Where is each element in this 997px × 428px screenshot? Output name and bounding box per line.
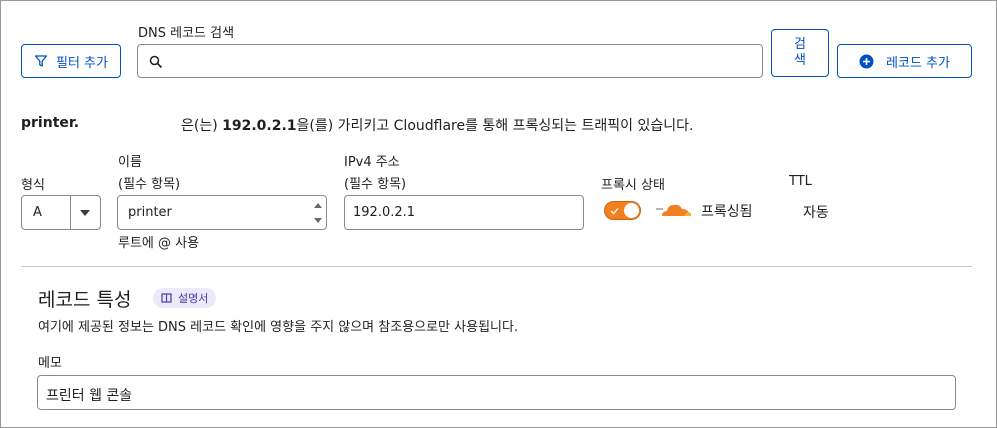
memo-input[interactable]: 프린터 웹 콘솔 (37, 375, 956, 410)
filter-icon (34, 55, 48, 67)
ttl-label: TTL (789, 174, 812, 189)
type-select[interactable]: A (21, 195, 101, 230)
type-label: 형식 (21, 178, 45, 193)
add-filter-button[interactable]: 필터 추가 (21, 44, 121, 78)
proxy-toggle-knob (624, 203, 639, 218)
ipv4-value: 192.0.2.1 (353, 205, 416, 220)
section-divider (21, 266, 972, 267)
proxy-toggle[interactable] (604, 201, 641, 220)
add-record-label: 레코드 추가 (886, 55, 950, 71)
search-label: DNS 레코드 검색 (138, 26, 235, 41)
summary-prefix: 은(는) (181, 118, 223, 134)
summary-ip: 192.0.2.1 (222, 118, 297, 134)
record-attributes-description: 여기에 제공된 정보는 DNS 레코드 확인에 영향을 주지 않으며 참조용으로… (38, 320, 519, 335)
name-label-required: (필수 항목) (118, 177, 181, 192)
name-value: printer (128, 205, 172, 220)
ipv4-input[interactable]: 192.0.2.1 (344, 195, 584, 230)
proxy-label: 프록시 상태 (601, 178, 665, 193)
docs-badge-label: 설명서 (178, 292, 209, 305)
name-hint: 루트에 @ 사용 (118, 236, 200, 251)
ipv4-label-required: (필수 항목) (344, 177, 407, 192)
add-record-button[interactable]: 레코드 추가 (837, 44, 972, 78)
cloudflare-cloud-icon (656, 204, 691, 216)
search-button-label: 검 색 (794, 37, 806, 68)
plus-circle-icon (859, 54, 874, 68)
type-select-divider (70, 196, 71, 229)
docs-badge[interactable]: 설명서 (153, 288, 217, 308)
spinner-arrows-icon[interactable] (314, 201, 322, 225)
ipv4-label-title: IPv4 주소 (344, 155, 400, 170)
search-button[interactable]: 검 색 (771, 29, 829, 77)
chevron-down-icon (80, 210, 90, 216)
record-attributes-title: 레코드 특성 (38, 289, 132, 311)
type-value: A (33, 205, 42, 220)
memo-label: 메모 (38, 356, 62, 371)
record-summary-name: printer. (21, 115, 80, 131)
memo-value: 프린터 웹 콘솔 (46, 388, 133, 404)
book-icon (161, 293, 172, 303)
name-label-title: 이름 (118, 155, 142, 170)
record-summary: 은(는) 192.0.2.1을(를) 가리키고 Cloudflare를 통해 프… (181, 115, 693, 135)
name-input[interactable]: printer (117, 195, 327, 230)
summary-suffix: 을(를) 가리키고 Cloudflare를 통해 프록싱되는 트래픽이 있습니다… (296, 118, 694, 134)
proxy-status-text: 프록싱됨 (701, 204, 753, 220)
search-icon (149, 55, 163, 69)
name-label: 이름 (필수 항목) (118, 152, 180, 196)
ipv4-label: IPv4 주소 (필수 항목) (344, 152, 406, 196)
add-filter-label: 필터 추가 (56, 55, 108, 71)
check-icon (610, 208, 619, 215)
ttl-value: 자동 (803, 205, 829, 221)
search-input[interactable] (137, 44, 763, 78)
